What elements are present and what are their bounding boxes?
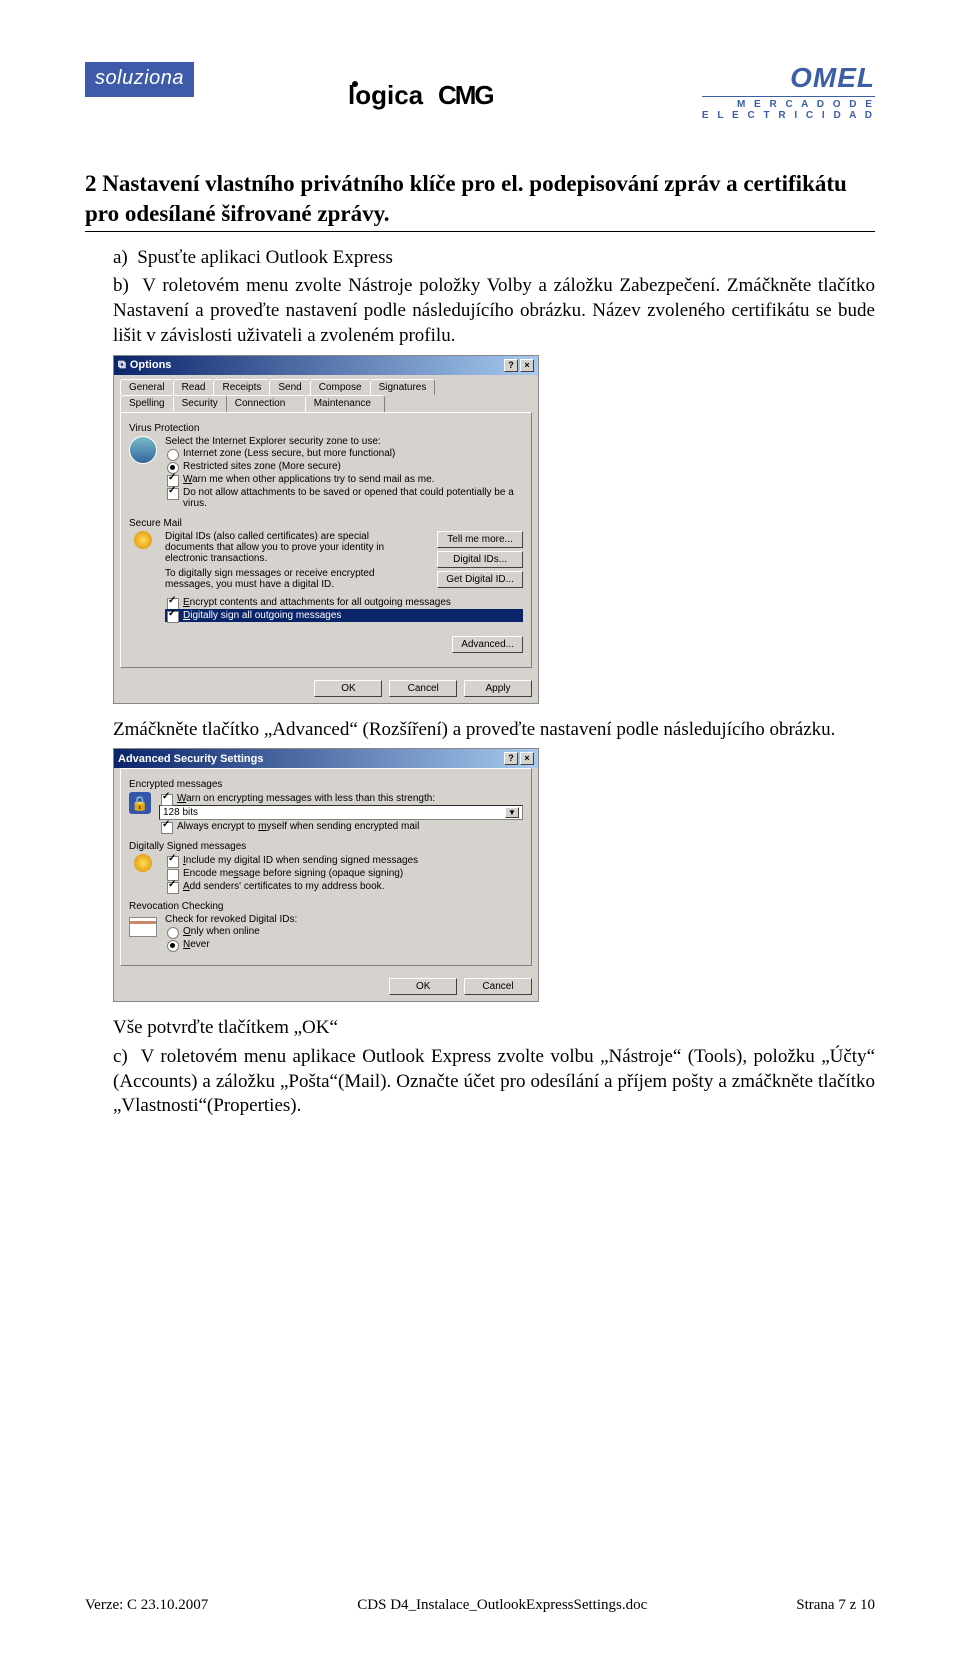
section-heading: 2 Nastavení vlastního privátního klíče p… [85, 169, 875, 232]
footer-page: Strana 7 z 10 [796, 1597, 875, 1614]
tab-spelling[interactable]: Spelling [120, 395, 174, 412]
adv-button-row: OK Cancel [114, 972, 538, 1001]
check-add-certs[interactable]: Add senders' certificates to my address … [165, 880, 523, 893]
tab-general[interactable]: General [120, 379, 174, 395]
adv-help-button[interactable]: ? [504, 752, 518, 765]
text-after-adv: Vše potvrďte tlačítkem „OK“ [113, 1016, 875, 1041]
tab-security[interactable]: Security [173, 395, 227, 412]
close-button[interactable]: × [520, 359, 534, 372]
encrypted-label: Encrypted messages [129, 779, 523, 790]
tab-receipts[interactable]: Receipts [213, 379, 270, 395]
omel-sub1: M E R C A D O D E [702, 99, 875, 110]
adv-close-button[interactable]: × [520, 752, 534, 765]
options-button-row: OK Cancel Apply [114, 674, 538, 703]
card-icon [129, 917, 157, 937]
omel-title: OMEL [702, 62, 875, 94]
tab-read[interactable]: Read [173, 379, 215, 395]
adv-cancel-button[interactable]: Cancel [464, 978, 532, 995]
revocation-desc: Check for revoked Digital IDs: [165, 914, 523, 925]
virus-protection-label: Virus Protection [129, 423, 523, 434]
check-warn-apps[interactable]: Warn me when other applications try to s… [165, 473, 523, 486]
adv-ok-button[interactable]: OK [389, 978, 457, 995]
signed-label: Digitally Signed messages [129, 841, 523, 852]
adv-title: Advanced Security Settings [118, 753, 264, 765]
lock-icon [129, 792, 151, 814]
step-a: a) Spusťte aplikaci Outlook Express [113, 246, 875, 271]
tab-signatures[interactable]: Signatures [370, 379, 436, 395]
step-c: c) V roletovém menu aplikace Outlook Exp… [113, 1045, 875, 1119]
check-block-attachments[interactable]: Do not allow attachments to be saved or … [165, 486, 523, 510]
options-body: Virus Protection Select the Internet Exp… [120, 412, 532, 668]
chevron-down-icon: ▼ [505, 807, 519, 818]
tab-connection[interactable]: Connection [226, 395, 306, 412]
tab-send[interactable]: Send [269, 379, 310, 395]
tabs-row-1: General Read Receipts Send Compose Signa… [114, 375, 538, 395]
radio-only-online[interactable]: Only when online [165, 925, 523, 938]
svg-text:CMG: CMG [438, 80, 493, 110]
check-opaque-signing[interactable]: Encode message before signing (opaque si… [165, 867, 523, 880]
logo-logicacmg: logica CMG [348, 74, 548, 118]
secure-mail-label: Secure Mail [129, 518, 523, 529]
radio-never[interactable]: Never [165, 938, 523, 951]
radio-internet-zone[interactable]: Internet zone (Less secure, but more fun… [165, 447, 523, 460]
apply-button[interactable]: Apply [464, 680, 532, 697]
step-b: b) V roletovém menu zvolte Nástroje polo… [113, 274, 875, 348]
tell-me-more-button[interactable]: Tell me more... [437, 531, 523, 548]
help-button[interactable]: ? [504, 359, 518, 372]
secure-mail-desc: Digital IDs (also called certificates) a… [165, 531, 395, 564]
check-warn-encrypt-strength[interactable]: Warn on encrypting messages with less th… [159, 792, 523, 805]
advanced-security-dialog: Advanced Security Settings ? × Encrypted… [113, 748, 539, 1002]
radio-restricted-zone[interactable]: Restricted sites zone (More secure) [165, 460, 523, 473]
adv-body: Encrypted messages Warn on encrypting me… [120, 768, 532, 966]
options-title: Options [130, 359, 172, 371]
advanced-button[interactable]: Advanced... [452, 636, 523, 653]
logo-omel: OMEL M E R C A D O D E E L E C T R I C I… [702, 62, 875, 121]
check-encrypt-all[interactable]: Encrypt contents and attachments for all… [165, 596, 523, 609]
footer: Verze: C 23.10.2007 CDS D4_Instalace_Out… [85, 1597, 875, 1614]
digital-ids-button[interactable]: Digital IDs... [437, 551, 523, 568]
logo-soluziona: soluziona [85, 62, 194, 97]
options-dialog: ⧉ Options ? × General Read Receipts Send… [113, 355, 539, 704]
text-after-options: Zmáčkněte tlačítko „Advanced“ (Rozšíření… [113, 718, 875, 743]
tabs-row-2: Spelling Security Connection Maintenance [114, 395, 538, 412]
strength-value: 128 bits [163, 807, 198, 818]
secure-mail-desc2: To digitally sign messages or receive en… [165, 568, 395, 590]
check-encrypt-to-self[interactable]: Always encrypt to myself when sending en… [159, 820, 523, 833]
ok-button[interactable]: OK [314, 680, 382, 697]
tab-maintenance[interactable]: Maintenance [305, 395, 385, 412]
omel-sub2: E L E C T R I C I D A D [702, 110, 875, 121]
revocation-label: Revocation Checking [129, 901, 523, 912]
check-include-id[interactable]: Include my digital ID when sending signe… [165, 854, 523, 867]
certificate-icon [129, 531, 157, 559]
footer-version: Verze: C 23.10.2007 [85, 1597, 208, 1614]
security-zone-desc: Select the Internet Explorer security zo… [165, 436, 523, 447]
globe-icon [129, 436, 157, 464]
svg-text:logica: logica [348, 80, 424, 110]
ribbon-icon [129, 854, 157, 882]
cancel-button[interactable]: Cancel [389, 680, 457, 697]
strength-select[interactable]: 128 bits ▼ [159, 805, 523, 820]
footer-filename: CDS D4_Instalace_OutlookExpressSettings.… [357, 1597, 647, 1614]
header-logos: soluziona logica CMG OMEL M E R C A D O … [85, 62, 875, 121]
adv-titlebar: Advanced Security Settings ? × [114, 749, 538, 768]
check-sign-all[interactable]: Digitally sign all outgoing messages [165, 609, 523, 622]
tab-compose[interactable]: Compose [310, 379, 371, 395]
options-titlebar: ⧉ Options ? × [114, 356, 538, 375]
get-digital-id-button[interactable]: Get Digital ID... [437, 571, 523, 588]
options-app-icon: ⧉ [118, 359, 126, 372]
